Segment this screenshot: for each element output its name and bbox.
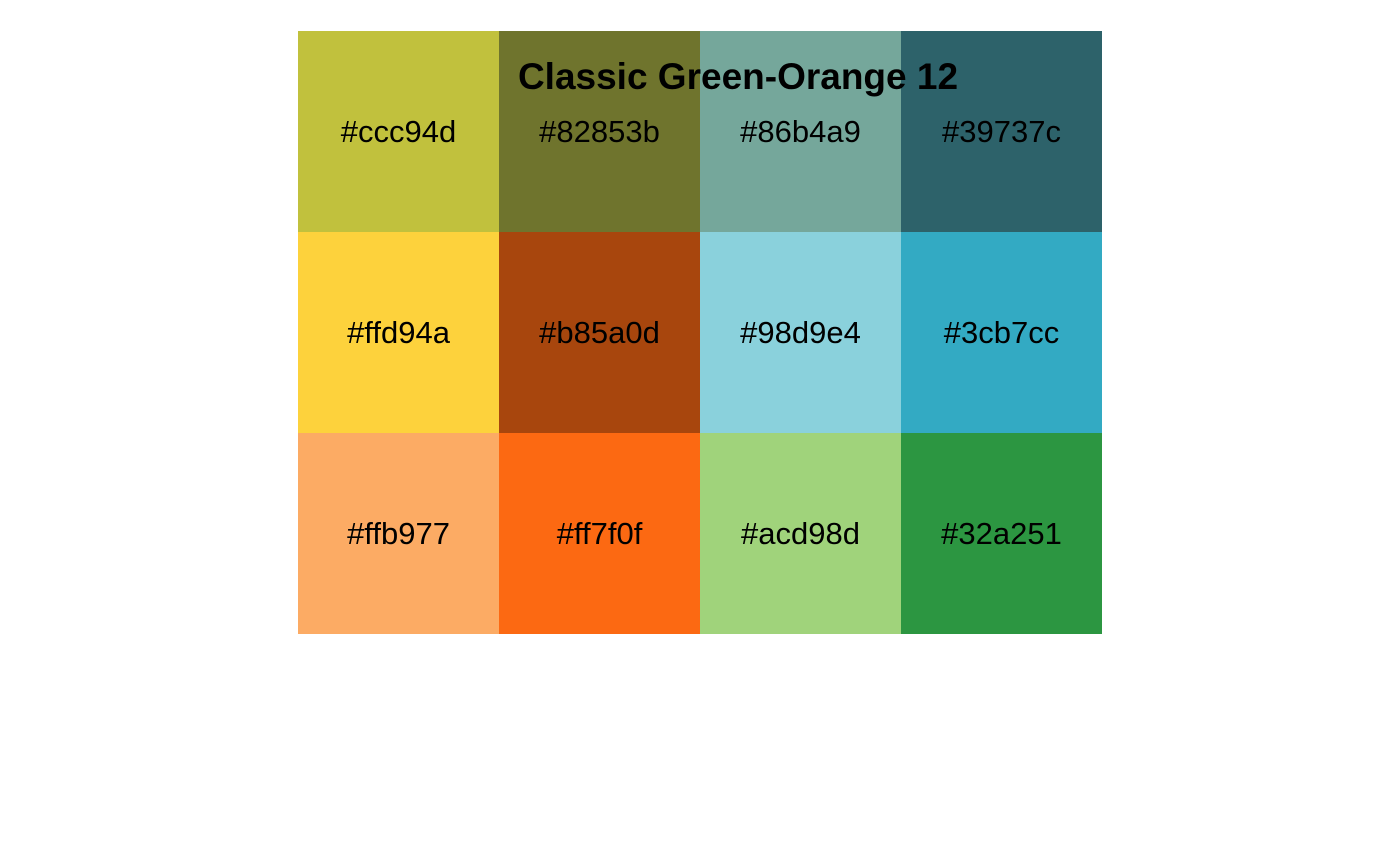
color-swatch: #ffb977 xyxy=(298,433,499,634)
swatch-hex-label: #82853b xyxy=(539,113,660,149)
palette-swatch-grid: #ccc94d #82853b #86b4a9 #39737c #ffd94a #b85a… xyxy=(298,31,1102,634)
color-swatch: #ffd94a xyxy=(298,232,499,433)
swatch-hex-label: #ffb977 xyxy=(347,515,450,551)
color-swatch: #98d9e4 xyxy=(700,232,901,433)
swatch-hex-label: #3cb7cc xyxy=(943,314,1060,350)
swatch-hex-label: #ff7f0f xyxy=(556,515,643,551)
swatch-hex-label: #ccc94d xyxy=(340,113,457,149)
swatch-hex-label: #98d9e4 xyxy=(740,314,861,350)
palette-title: Classic Green-Orange 12 xyxy=(517,56,959,97)
swatch-hex-label: #b85a0d xyxy=(539,314,660,350)
swatch-hex-label: #86b4a9 xyxy=(740,113,861,149)
swatch-hex-label: #32a251 xyxy=(941,515,1062,551)
color-swatch: #acd98d xyxy=(700,433,901,634)
swatch-hex-label: #acd98d xyxy=(741,515,860,551)
color-swatch: #ff7f0f xyxy=(499,433,700,634)
color-swatch: #32a251 xyxy=(901,433,1102,634)
swatch-hex-label: #39737c xyxy=(942,113,1061,149)
swatch-hex-label: #ffd94a xyxy=(347,314,450,350)
color-swatch: #3cb7cc xyxy=(901,232,1102,433)
color-swatch: #b85a0d xyxy=(499,232,700,433)
